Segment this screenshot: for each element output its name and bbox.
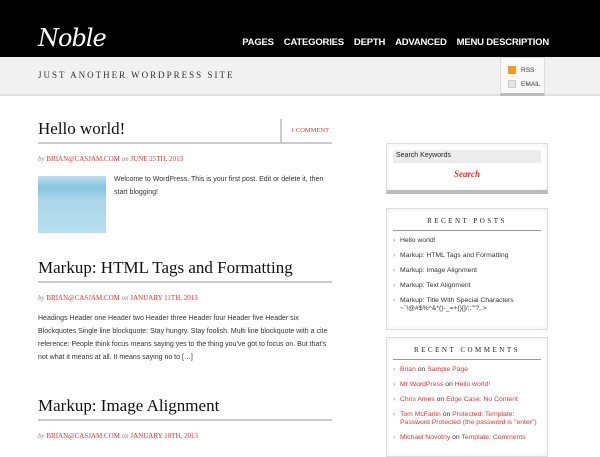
search-input[interactable]: Search Keywords [393, 150, 541, 163]
recent-post-link[interactable]: Markup: Title With Special Characters ~`… [393, 297, 541, 313]
comment-author-link[interactable]: Michael Novotny [400, 434, 450, 441]
by-label: by [38, 432, 45, 440]
search-button[interactable]: Search [393, 169, 541, 179]
email-label: EMAIL [521, 80, 541, 88]
search-widget: Search Keywords Search [386, 143, 548, 194]
rss-label: RSS [521, 66, 535, 74]
post-title: Markup: HTML Tags and Formatting [38, 258, 332, 283]
rss-icon [508, 66, 516, 74]
comments-link[interactable]: 1 COMMENT [280, 119, 332, 144]
email-link[interactable]: EMAIL [508, 77, 544, 91]
header: Noble PAGES CATEGORIES DEPTH ADVANCED ME… [0, 0, 600, 57]
post: Markup: Image Alignment by BRIAN@CASJAM.… [38, 396, 332, 440]
post-thumbnail[interactable] [38, 176, 106, 233]
comment-post-link[interactable]: Hello world! [455, 381, 491, 388]
email-icon [508, 80, 516, 88]
on-label: on [121, 432, 129, 440]
recent-post-link[interactable]: Hello world! [393, 237, 541, 245]
post-title-link[interactable]: Markup: HTML Tags and Formatting [38, 258, 293, 277]
recent-post-link[interactable]: Markup: HTML Tags and Formatting [393, 252, 541, 260]
main-nav: PAGES CATEGORIES DEPTH ADVANCED MENU DES… [242, 37, 549, 48]
comment-author-link[interactable]: Chris Ames [400, 396, 435, 403]
recent-post-link[interactable]: Markup: Image Alignment [393, 267, 541, 275]
on-label: on [121, 155, 129, 163]
on-label: on [445, 381, 453, 388]
comment-author-link[interactable]: Tom McFarlin [400, 411, 441, 418]
by-label: by [38, 155, 45, 163]
post-title: Hello world! 1 COMMENT [38, 119, 332, 144]
tagline-band: JUST ANOTHER WORDPRESS SITE RSS EMAIL [0, 57, 600, 96]
on-label: on [121, 294, 129, 302]
comment-post-link[interactable]: Template: Comments [461, 434, 525, 441]
recent-comment: Brian on Sample Page [393, 366, 541, 374]
by-label: by [38, 294, 45, 302]
recent-posts-widget: RECENT POSTS Hello world! Markup: HTML T… [386, 208, 548, 330]
social-box: RSS EMAIL [500, 57, 545, 96]
author-link[interactable]: BRIAN@CASJAM.COM [46, 432, 120, 440]
nav-depth[interactable]: DEPTH [354, 37, 385, 48]
widget-title: RECENT POSTS [393, 215, 541, 231]
comment-post-link[interactable]: Edge Case: No Content [446, 396, 518, 403]
recent-comment: Mr WordPress on Hello world! [393, 381, 541, 389]
post-meta: by BRIAN@CASJAM.COM on JANUARY 10TH, 201… [38, 432, 332, 440]
post: Hello world! 1 COMMENT by BRIAN@CASJAM.C… [38, 119, 332, 233]
nav-menu-description[interactable]: MENU DESCRIPTION [457, 37, 550, 48]
date-link[interactable]: JANUARY 10TH, 2013 [130, 432, 198, 440]
recent-comment: Michael Novotny on Template: Comments [393, 434, 541, 442]
site-logo[interactable]: Noble [38, 24, 107, 52]
comment-post-link[interactable]: Sample Page [427, 366, 468, 373]
site-tagline: JUST ANOTHER WORDPRESS SITE [38, 70, 235, 80]
post-title-link[interactable]: Hello world! [38, 119, 125, 138]
post-excerpt: Welcome to WordPress. This is your first… [114, 176, 324, 196]
nav-advanced[interactable]: ADVANCED [395, 37, 447, 48]
widget-title: RECENT COMMENTS [393, 344, 541, 360]
on-label: on [436, 396, 445, 403]
post-meta: by BRIAN@CASJAM.COM on JUNE 25TH, 2013 [38, 155, 332, 163]
recent-comments-widget: RECENT COMMENTS Brian on Sample Page Mr … [386, 337, 548, 457]
date-link[interactable]: JUNE 25TH, 2013 [130, 155, 183, 163]
comment-author-link[interactable]: Brian [400, 366, 416, 373]
post-title-link[interactable]: Markup: Image Alignment [38, 396, 219, 415]
recent-post-link[interactable]: Markup: Text Alignment [393, 282, 541, 290]
nav-categories[interactable]: CATEGORIES [284, 37, 344, 48]
post: Markup: HTML Tags and Formatting by BRIA… [38, 258, 332, 364]
author-link[interactable]: BRIAN@CASJAM.COM [46, 155, 120, 163]
author-link[interactable]: BRIAN@CASJAM.COM [46, 294, 120, 302]
recent-comment: Tom McFarlin on Protected: Template: Pas… [393, 411, 541, 427]
post-excerpt: Headings Header one Header two Header th… [38, 315, 328, 361]
on-label: on [442, 411, 451, 418]
recent-comment: Chris Ames on Edge Case: No Content [393, 396, 541, 404]
nav-pages[interactable]: PAGES [242, 37, 274, 48]
on-label: on [417, 366, 426, 373]
on-label: on [452, 434, 460, 441]
date-link[interactable]: JANUARY 11TH, 2013 [130, 294, 197, 302]
post-title: Markup: Image Alignment [38, 396, 332, 421]
comment-author-link[interactable]: Mr WordPress [400, 381, 443, 388]
rss-link[interactable]: RSS [508, 63, 544, 77]
post-meta: by BRIAN@CASJAM.COM on JANUARY 11TH, 201… [38, 294, 332, 302]
